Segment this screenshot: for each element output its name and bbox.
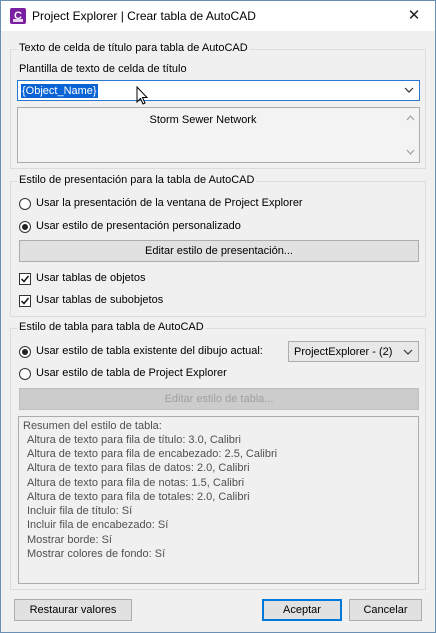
checkbox-object-tables-label[interactable]: Usar tablas de objetos (36, 272, 145, 284)
radio-explorer-table-style-label[interactable]: Usar estilo de tabla de Project Explorer (36, 367, 227, 379)
radio-custom-presentation-label[interactable]: Usar estilo de presentación personalizad… (36, 220, 241, 232)
table-style-group-label: Estilo de tabla para tabla de AutoCAD (17, 321, 206, 333)
summary-line: Incluir fila de título: Sí (27, 505, 133, 517)
summary-line: Altura de texto para fila de totales: 2.… (27, 491, 250, 503)
radio-window-presentation-label[interactable]: Usar la presentación de la ventana de Pr… (36, 197, 303, 209)
dialog-window: C Project Explorer | Crear tabla de Auto… (0, 0, 436, 633)
checkbox-subobject-tables-label[interactable]: Usar tablas de subobjetos (36, 294, 163, 306)
template-label: Plantilla de texto de celda de título (19, 63, 187, 75)
radio-explorer-table-style[interactable] (19, 368, 31, 380)
preview-scrollbar[interactable] (403, 109, 418, 161)
chevron-down-icon[interactable] (403, 347, 413, 357)
summary-line: Altura de texto para fila de título: 3.0… (27, 434, 242, 446)
cancel-button[interactable]: Cancelar (349, 599, 422, 621)
checkmark-icon (20, 275, 30, 283)
mouse-pointer-icon (136, 86, 149, 105)
scroll-down-icon[interactable] (403, 146, 418, 158)
chevron-down-icon[interactable] (404, 85, 414, 95)
summary-line: Altura de texto para fila de notas: 1.5,… (27, 477, 245, 489)
title-bar: C Project Explorer | Crear tabla de Auto… (1, 1, 435, 31)
template-combobox[interactable]: {Object_Name} (17, 80, 420, 101)
title-preview-text: Storm Sewer Network (149, 114, 257, 126)
title-preview-box: Storm Sewer Network (17, 107, 420, 163)
checkmark-icon (20, 297, 30, 305)
checkbox-subobject-tables[interactable] (19, 295, 31, 307)
checkbox-object-tables[interactable] (19, 273, 31, 285)
close-button[interactable]: ✕ (405, 7, 423, 25)
summary-line: Incluir fila de encabezado: Sí (27, 519, 169, 531)
summary-line: Mostrar colores de fondo: Sí (27, 548, 166, 560)
title-cell-group-label: Texto de celda de título para tabla de A… (17, 42, 250, 54)
radio-custom-presentation[interactable] (19, 221, 31, 233)
window-title: Project Explorer | Crear tabla de AutoCA… (32, 9, 256, 23)
existing-table-style-dropdown[interactable]: ProjectExplorer - (2) (288, 341, 419, 362)
summary-line: Altura de texto para fila de encabezado:… (27, 448, 278, 460)
reset-values-button[interactable]: Restaurar valores (14, 599, 132, 621)
edit-presentation-button[interactable]: Editar estilo de presentación... (19, 240, 419, 262)
autocad-app-icon: C (10, 8, 26, 24)
summary-line: Altura de texto para filas de datos: 2.0… (27, 462, 250, 474)
radio-existing-table-style[interactable] (19, 346, 31, 358)
edit-table-style-button[interactable]: Editar estilo de tabla... (19, 388, 419, 410)
presentation-group-label: Estilo de presentación para la tabla de … (17, 174, 257, 186)
accept-button[interactable]: Aceptar (262, 599, 342, 621)
radio-window-presentation[interactable] (19, 198, 31, 210)
radio-existing-table-style-label[interactable]: Usar estilo de tabla existente del dibuj… (36, 345, 263, 357)
scroll-up-icon[interactable] (403, 112, 418, 124)
table-style-summary: Resumen del estilo de tabla: Altura de t… (18, 416, 419, 584)
summary-line: Mostrar borde: Sí (27, 534, 112, 546)
template-value[interactable]: {Object_Name} (21, 84, 98, 98)
existing-table-style-value[interactable]: ProjectExplorer - (2) (294, 346, 392, 358)
summary-line: Resumen del estilo de tabla: (23, 420, 162, 432)
